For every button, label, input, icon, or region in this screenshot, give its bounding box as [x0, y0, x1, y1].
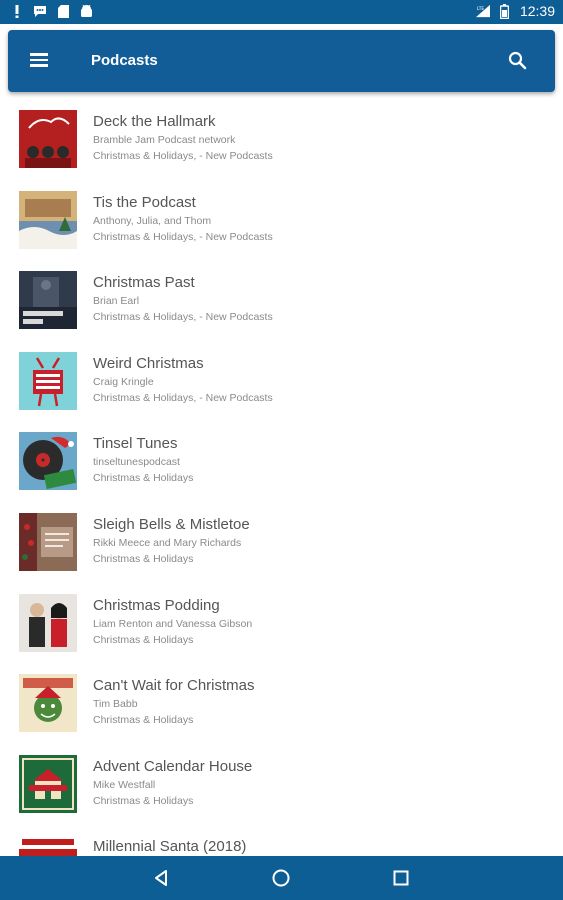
- clock: 12:39: [519, 3, 555, 19]
- recents-icon[interactable]: [390, 867, 412, 889]
- podcast-artwork: [19, 432, 77, 491]
- podcast-title: Christmas Podding: [93, 596, 220, 614]
- podcast-artwork: [19, 593, 77, 652]
- status-bar: LTE 12:39: [0, 0, 563, 24]
- android-icon: [79, 4, 93, 18]
- podcast-author: Brian Earl: [93, 295, 140, 308]
- list-item[interactable]: Christmas Podding Liam Renton and Vaness…: [0, 587, 563, 668]
- podcast-artwork: [19, 754, 77, 813]
- sd-card-icon: [56, 4, 70, 18]
- notification-icons: [10, 4, 93, 18]
- list-item[interactable]: Tinsel Tunes tinseltunespodcast Christma…: [0, 425, 563, 506]
- podcast-artwork: [19, 512, 77, 571]
- podcast-title: Sleigh Bells & Mistletoe: [93, 515, 250, 533]
- list-item[interactable]: Weird Christmas Craig Kringle Christmas …: [0, 345, 563, 426]
- podcast-author: Mike Westfall: [93, 778, 156, 791]
- alert-icon: [10, 4, 24, 18]
- battery-icon: [498, 3, 512, 19]
- podcast-author: Liam Renton and Vanessa Gibson: [93, 617, 253, 630]
- app-bar: Podcasts: [8, 30, 555, 92]
- podcast-artwork: [19, 190, 77, 249]
- podcast-author: Bramble Jam Podcast network: [93, 134, 236, 146]
- list-item[interactable]: Advent Calendar House Mike Westfall Chri…: [0, 748, 563, 829]
- signal-icon: LTE: [475, 4, 490, 18]
- back-icon[interactable]: [151, 867, 173, 889]
- podcast-artwork: [19, 271, 77, 330]
- system-status: LTE 12:39: [475, 3, 555, 19]
- podcast-author: tinseltunespodcast: [93, 456, 180, 469]
- podcast-artwork: [19, 351, 77, 410]
- search-icon[interactable]: [507, 50, 529, 72]
- podcast-author: Tim Babb: [93, 698, 138, 711]
- podcast-category: Christmas & Holidays: [93, 472, 194, 485]
- podcast-title: Deck the Hallmark: [93, 113, 216, 130]
- podcast-title: Christmas Past: [93, 274, 195, 292]
- list-item[interactable]: Tis the Podcast Anthony, Julia, and Thom…: [0, 184, 563, 265]
- list-item[interactable]: Sleigh Bells & Mistletoe Rikki Meece and…: [0, 506, 563, 587]
- list-item[interactable]: Deck the Hallmark Bramble Jam Podcast ne…: [0, 103, 563, 184]
- navigation-bar: [0, 856, 563, 900]
- podcast-title: Millennial Santa (2018): [93, 838, 247, 856]
- podcast-category: Christmas & Holidays: [93, 633, 194, 646]
- list-item[interactable]: Can't Wait for Christmas Tim Babb Christ…: [0, 667, 563, 748]
- podcast-category: Christmas & Holidays: [93, 552, 194, 565]
- podcast-title: Advent Calendar House: [93, 757, 253, 775]
- svg-text:LTE: LTE: [477, 6, 484, 12]
- podcast-title: Can't Wait for Christmas: [93, 677, 255, 695]
- podcast-title: Tis the Podcast: [93, 193, 196, 211]
- page-title: Podcasts: [91, 52, 158, 69]
- podcast-title: Tinsel Tunes: [93, 435, 178, 453]
- menu-icon[interactable]: [30, 50, 54, 72]
- podcast-author: Craig Kringle: [93, 375, 154, 388]
- podcast-author: Anthony, Julia, and Thom: [93, 214, 212, 227]
- podcast-category: Christmas & Holidays: [93, 794, 194, 807]
- podcast-list: Deck the Hallmark Bramble Jam Podcast ne…: [0, 103, 563, 856]
- podcast-artwork: [19, 674, 77, 733]
- podcast-category: Christmas & Holidays, - New Podcasts: [93, 311, 273, 324]
- podcast-category: Christmas & Holidays, - New Podcasts: [93, 150, 273, 162]
- list-item[interactable]: Millennial Santa (2018): [0, 828, 563, 856]
- podcast-artwork: [19, 835, 77, 856]
- podcast-author: Rikki Meece and Mary Richards: [93, 536, 242, 549]
- podcast-category: Christmas & Holidays: [93, 714, 194, 727]
- podcast-category: Christmas & Holidays, - New Podcasts: [93, 230, 273, 243]
- home-icon[interactable]: [270, 867, 292, 889]
- podcast-artwork: [19, 110, 77, 168]
- podcast-category: Christmas & Holidays, - New Podcasts: [93, 391, 273, 404]
- podcast-title: Weird Christmas: [93, 354, 204, 372]
- list-item[interactable]: Christmas Past Brian Earl Christmas & Ho…: [0, 264, 563, 345]
- chat-icon: [33, 4, 47, 18]
